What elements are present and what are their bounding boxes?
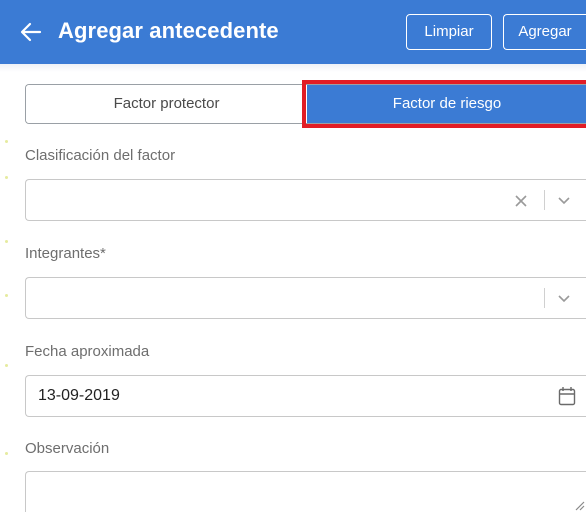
observacion-label: Observación: [25, 440, 110, 457]
edge-dot: [5, 176, 8, 179]
edge-dot: [5, 240, 8, 243]
chevron-down-icon[interactable]: [557, 293, 571, 303]
header-shadow: [0, 64, 586, 72]
integrantes-select[interactable]: [25, 277, 586, 319]
clasificacion-select[interactable]: [25, 179, 586, 221]
close-icon[interactable]: [514, 194, 528, 208]
fecha-input[interactable]: 13-09-2019: [25, 375, 586, 417]
factor-protector-option[interactable]: Factor protector: [26, 85, 307, 123]
observacion-textarea[interactable]: [25, 471, 586, 512]
app-header: Agregar antecedente Limpiar Agregar: [0, 0, 586, 64]
calendar-icon[interactable]: [558, 386, 576, 406]
clear-button[interactable]: Limpiar: [406, 14, 492, 50]
edge-dot: [5, 294, 8, 297]
resize-handle-icon[interactable]: [573, 499, 585, 511]
fecha-label: Fecha aproximada: [25, 343, 150, 360]
field-separator: [544, 288, 545, 308]
clasificacion-label: Clasificación del factor: [25, 147, 176, 164]
edge-dot: [5, 452, 8, 455]
integrantes-label: Integrantes*: [25, 245, 106, 262]
add-button[interactable]: Agregar: [503, 14, 586, 50]
selection-highlight: [302, 80, 586, 128]
page-title: Agregar antecedente: [58, 18, 279, 43]
chevron-down-icon[interactable]: [557, 195, 571, 205]
edge-dot: [5, 364, 8, 367]
field-separator: [544, 190, 545, 210]
arrow-left-icon[interactable]: [20, 21, 42, 43]
fecha-value: 13-09-2019: [38, 387, 120, 404]
edge-dot: [5, 140, 8, 143]
